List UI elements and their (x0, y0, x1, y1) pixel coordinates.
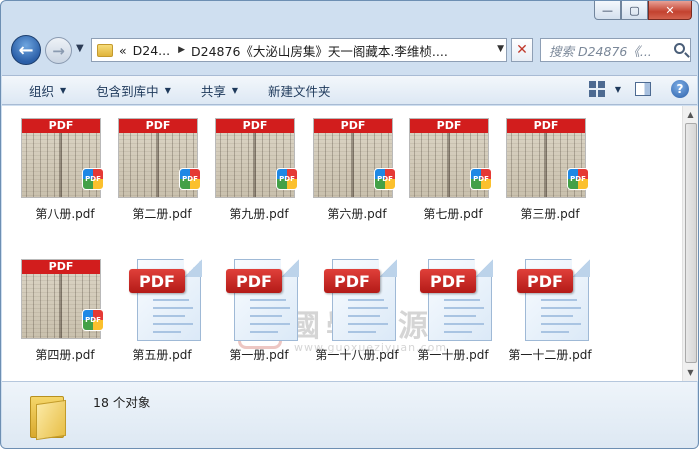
pdf-app-badge-icon: PDF (567, 168, 589, 190)
organize-label: 组织 (29, 83, 55, 99)
file-name: 第二册.pdf (132, 207, 192, 221)
pdf-banner: PDF (216, 119, 294, 133)
file-name: 第四册.pdf (35, 348, 95, 362)
file-name: 第五册.pdf (132, 348, 192, 362)
back-arrow-icon[interactable]: ← (11, 35, 41, 65)
file-name: 第九册.pdf (229, 207, 289, 221)
file-item[interactable]: PDF PDF 第三册.pdf (505, 106, 595, 221)
share-label: 共享 (200, 83, 226, 99)
pdf-label: PDF (324, 269, 380, 293)
scrollbar-thumb[interactable] (685, 123, 697, 363)
pdf-banner: PDF (507, 119, 585, 133)
pdf-banner: PDF (314, 119, 392, 133)
vertical-scrollbar[interactable]: ▲ ▼ (682, 106, 698, 381)
file-item[interactable]: PDF PDF 第九册.pdf (214, 106, 304, 221)
file-item[interactable]: PDF PDF 第四册.pdf (20, 247, 110, 362)
file-item[interactable]: PDF PDF 第八册.pdf (20, 106, 110, 221)
close-button[interactable]: ✕ (648, 1, 692, 20)
recent-pages-chevron-icon[interactable]: ▼ (76, 43, 84, 54)
file-item[interactable]: PDF 第一十八册.pdf (312, 247, 402, 362)
pdf-app-badge-icon: PDF (276, 168, 298, 190)
pdf-file-icon: PDF (517, 259, 593, 341)
minimize-button[interactable]: — (594, 1, 621, 20)
breadcrumb-separator-icon[interactable]: ▶ (178, 45, 185, 55)
file-name: 第三册.pdf (520, 207, 580, 221)
pdf-app-badge-icon: PDF (82, 309, 104, 331)
details-pane: 18 个对象 (2, 381, 697, 448)
explorer-window: — ▢ ✕ ← → ▼ « D24... ▶ D24876《大泌山房集》天一阁藏… (0, 0, 699, 449)
stop-button[interactable]: ✕ (511, 38, 533, 62)
folder-icon (97, 43, 113, 57)
address-dropdown-icon[interactable]: ▼ (497, 44, 504, 54)
search-input[interactable]: 搜索 D24876《... (540, 38, 691, 62)
include-in-library-label: 包含到库中 (96, 83, 159, 99)
pdf-banner: PDF (410, 119, 488, 133)
pdf-label: PDF (226, 269, 282, 293)
pdf-label: PDF (517, 269, 573, 293)
file-item[interactable]: PDF 第五册.pdf (117, 247, 207, 362)
pdf-banner: PDF (119, 119, 197, 133)
pdf-app-badge-icon: PDF (82, 168, 104, 190)
pdf-file-icon: PDF (324, 259, 400, 341)
pdf-banner: PDF (22, 260, 100, 274)
chevron-down-icon: ▼ (231, 85, 239, 95)
organize-menu[interactable]: 组织 ▼ (29, 76, 66, 104)
file-name: 第八册.pdf (35, 207, 95, 221)
new-folder-button[interactable]: 新建文件夹 (268, 76, 331, 104)
address-bar[interactable]: « D24... ▶ D24876《大泌山房集》天一阁藏本.李维桢.... ▼ (91, 38, 507, 62)
scroll-down-icon[interactable]: ▼ (683, 365, 698, 380)
breadcrumb-item-parent[interactable]: D24... (133, 43, 170, 58)
change-view-icon[interactable] (588, 81, 605, 97)
search-icon[interactable] (674, 43, 685, 54)
breadcrumb-item-current[interactable]: D24876《大泌山房集》天一阁藏本.李维桢.... (191, 41, 448, 60)
file-name: 第六册.pdf (327, 207, 387, 221)
command-toolbar: 组织 ▼ 包含到库中 ▼ 共享 ▼ 新建文件夹 ▼ ? (2, 75, 697, 105)
help-icon[interactable]: ? (671, 80, 689, 98)
pdf-file-icon: PDF (129, 259, 205, 341)
folder-icon (30, 392, 70, 441)
chevron-down-icon: ▼ (164, 85, 171, 95)
pdf-app-badge-icon: PDF (374, 168, 396, 190)
file-item[interactable]: PDF PDF 第七册.pdf (408, 106, 498, 221)
pdf-app-badge-icon: PDF (470, 168, 492, 190)
file-name: 第一册.pdf (229, 348, 289, 362)
file-item[interactable]: PDF PDF 第六册.pdf (312, 106, 402, 221)
file-name: 第一十二册.pdf (508, 348, 592, 362)
file-name: 第七册.pdf (423, 207, 483, 221)
file-item[interactable]: PDF PDF 第二册.pdf (117, 106, 207, 221)
share-menu[interactable]: 共享 ▼ (201, 76, 238, 104)
include-in-library-menu[interactable]: 包含到库中 ▼ (96, 76, 171, 104)
chevron-down-icon: ▼ (60, 85, 67, 95)
pdf-label: PDF (420, 269, 476, 293)
toolbar-right-group: ▼ ? (588, 80, 689, 98)
file-item[interactable]: PDF 第一十册.pdf (408, 247, 498, 362)
new-folder-label: 新建文件夹 (268, 83, 331, 99)
preview-pane-icon[interactable] (635, 82, 651, 96)
file-list: 國 國學資源網 www.guoxueziyuan.com PDFPDF第八册.p… (2, 106, 682, 381)
pdf-label: PDF (129, 269, 185, 293)
pdf-file-icon: PDF (226, 259, 302, 341)
search-placeholder: 搜索 D24876《... (549, 43, 652, 59)
file-name: 第一十八册.pdf (315, 348, 399, 362)
file-item[interactable]: PDF 第一十二册.pdf (505, 247, 595, 362)
caption-buttons: — ▢ ✕ (594, 1, 692, 20)
navigation-bar: ← → ▼ « D24... ▶ D24876《大泌山房集》天一阁藏本.李维桢.… (9, 35, 691, 65)
scroll-up-icon[interactable]: ▲ (683, 107, 698, 122)
view-options-chevron-icon[interactable]: ▼ (615, 85, 621, 94)
pdf-app-badge-icon: PDF (179, 168, 201, 190)
breadcrumb-overflow[interactable]: « (119, 43, 127, 58)
file-item[interactable]: PDF 第一册.pdf (214, 247, 304, 362)
pdf-banner: PDF (22, 119, 100, 133)
item-count: 18 个对象 (93, 395, 151, 410)
pdf-file-icon: PDF (420, 259, 496, 341)
maximize-button[interactable]: ▢ (621, 1, 648, 20)
file-name: 第一十册.pdf (417, 348, 489, 362)
forward-arrow-icon[interactable]: → (45, 37, 72, 64)
